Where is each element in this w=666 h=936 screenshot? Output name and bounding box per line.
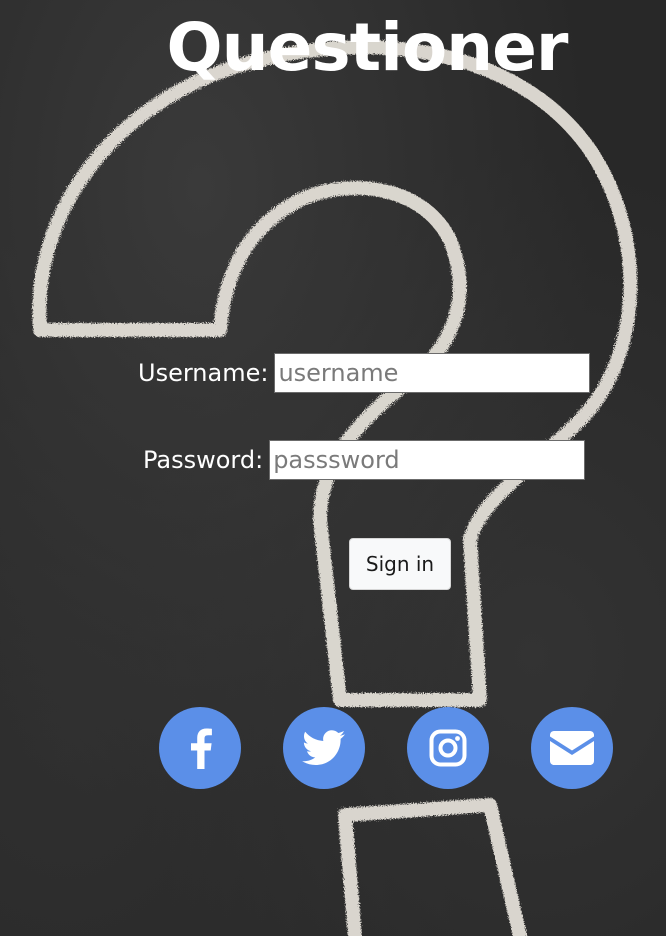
username-input[interactable] xyxy=(274,353,591,393)
instagram-link[interactable] xyxy=(407,707,489,789)
facebook-link[interactable] xyxy=(159,707,241,789)
sign-in-button[interactable]: Sign in xyxy=(349,538,451,590)
email-icon xyxy=(550,731,594,765)
username-row: Username: xyxy=(138,353,591,393)
password-row: Password: xyxy=(143,440,586,480)
twitter-icon xyxy=(302,730,345,765)
password-label: Password: xyxy=(143,446,264,474)
facebook-icon xyxy=(191,728,212,769)
password-input[interactable] xyxy=(269,440,586,480)
username-label: Username: xyxy=(138,359,269,387)
page-title: Questioner xyxy=(166,9,569,86)
twitter-link[interactable] xyxy=(283,707,365,789)
instagram-icon xyxy=(429,729,467,767)
email-link[interactable] xyxy=(531,707,613,789)
